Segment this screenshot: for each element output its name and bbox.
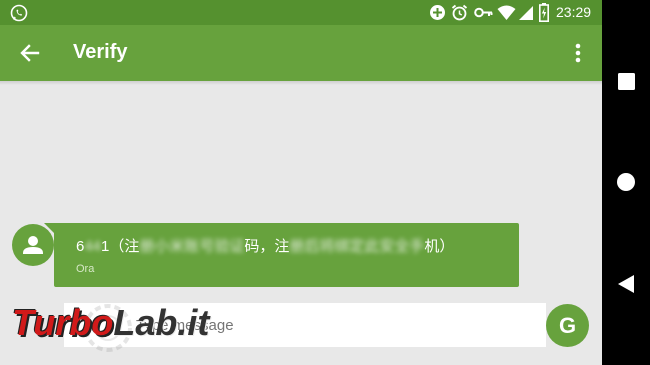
compose-box: [64, 303, 546, 347]
send-avatar-button[interactable]: G: [546, 304, 589, 347]
overview-square-icon[interactable]: [618, 73, 635, 90]
message-input[interactable]: [64, 303, 524, 347]
blurred-text: 册小米账号验证: [139, 238, 245, 255]
more-vert-icon[interactable]: [568, 39, 588, 67]
message-text: 6441（注册小米账号验证码，注册后将绑定此安全手机）: [76, 238, 455, 255]
wifi-icon: [497, 5, 516, 20]
signal-icon: [519, 6, 533, 20]
blurred-text: 44: [84, 238, 102, 255]
app-bar-shadow: [0, 81, 602, 85]
navigation-bar: [602, 0, 650, 365]
battery-charging-icon: [539, 3, 549, 22]
blurred-text: 册后将绑定此安全手: [289, 238, 425, 255]
message-timestamp: Ora: [76, 263, 95, 275]
message-bubble[interactable]: 6441（注册小米账号验证码，注册后将绑定此安全手机） Ora: [54, 223, 519, 287]
app-bar: Verify: [0, 25, 602, 81]
status-bar: 23:29: [0, 0, 602, 25]
whatsapp-icon: [10, 4, 28, 22]
page-title: Verify: [73, 41, 128, 63]
arrow-back-icon[interactable]: [16, 39, 44, 67]
alarm-icon: [451, 4, 468, 21]
status-clock: 23:29: [556, 4, 592, 20]
vpn-key-icon: [474, 7, 493, 18]
data-saver-icon: [430, 5, 445, 20]
back-triangle-icon[interactable]: [617, 274, 635, 294]
home-circle-icon[interactable]: [616, 172, 636, 192]
